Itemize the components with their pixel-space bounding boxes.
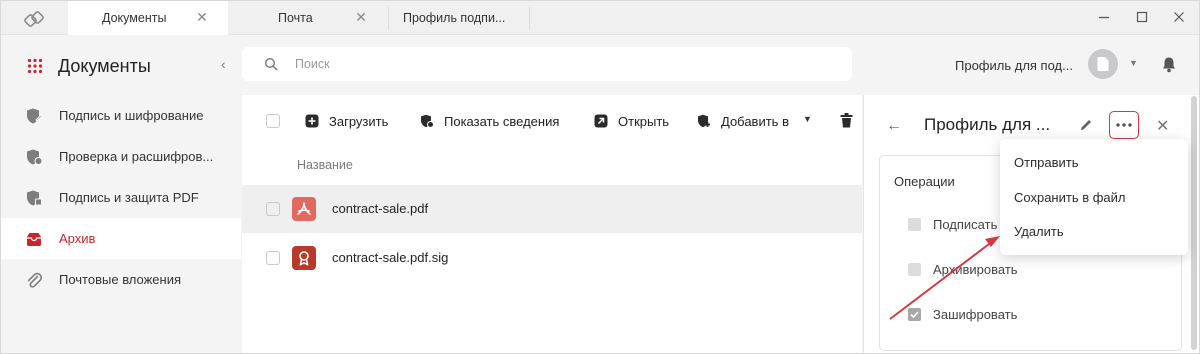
tab-close-icon[interactable]: ✕ [195,10,209,24]
more-options-button[interactable] [1109,111,1139,139]
menu-item-save-to-file[interactable]: Сохранить в файл [1014,190,1126,205]
document-icon [1097,57,1109,71]
sidebar-header: Документы ‹ [1,36,241,94]
signature-icon [292,246,316,270]
sidebar: Документы ‹ Подпись и шифрование Проверк… [1,36,241,353]
avatar[interactable] [1088,49,1118,79]
row-checkbox[interactable] [266,202,280,216]
paperclip-icon [27,272,42,288]
column-header-name[interactable]: Название [297,158,353,172]
bell-icon[interactable] [1161,56,1177,73]
trash-icon[interactable] [840,113,853,128]
sidebar-item-label: Проверка и расшифров... [59,149,214,164]
search-placeholder: Поиск [295,57,330,71]
panel-title: Профиль для ... [924,115,1051,134]
shield-add-icon [698,114,710,128]
operation-checkbox-checked[interactable] [908,308,921,321]
operation-label: Архивировать [933,262,1018,277]
maximize-icon[interactable] [1134,9,1150,25]
search-icon [264,57,278,71]
file-name: contract-sale.pdf.sig [332,250,449,265]
search-bar[interactable]: Поиск [242,47,852,81]
scrollbar[interactable] [1191,96,1197,350]
operations-title: Операции [894,174,955,189]
back-arrow-icon[interactable]: ← [886,117,902,135]
close-window-icon[interactable] [1171,9,1187,25]
open-external-icon [594,114,608,128]
tab-mail[interactable]: Почта ✕ [228,1,388,35]
apps-grid-icon[interactable] [27,58,43,74]
table-row[interactable]: contract-sale.pdf.sig [242,234,862,282]
operation-label: Зашифровать [933,307,1018,322]
chevron-down-icon[interactable]: ▼ [1129,58,1138,68]
shield-info-icon [421,114,434,128]
more-options-menu: Отправить Сохранить в файл Удалить [1000,139,1188,255]
shield-pdf-icon [27,190,42,206]
pdf-icon [292,197,316,221]
menu-item-send[interactable]: Отправить [1014,155,1078,170]
pencil-icon[interactable] [1078,117,1094,133]
more-dots-icon [1116,123,1132,127]
sidebar-item-label: Архив [59,231,96,246]
sidebar-item-sign-encrypt[interactable]: Подпись и шифрование [1,95,241,136]
tab-divider [529,7,530,29]
table-row[interactable]: contract-sale.pdf [242,185,862,233]
sidebar-item-sign-pdf[interactable]: Подпись и защита PDF [1,177,241,218]
open-button-label: Открыть [618,114,670,129]
upload-icon [305,114,319,128]
menu-item-delete[interactable]: Удалить [1014,224,1064,239]
sidebar-item-label: Подпись и шифрование [59,108,204,123]
sidebar-title: Документы [58,56,151,76]
tab-signing-profile-label: Профиль подпи... [403,11,506,25]
operation-label: Подписать [933,217,998,232]
operation-checkbox[interactable] [908,263,921,276]
shield-check-icon [27,149,43,165]
row-checkbox[interactable] [266,251,280,265]
sidebar-item-verify-decrypt[interactable]: Проверка и расшифров... [1,136,241,177]
select-all-checkbox[interactable] [266,114,280,128]
file-list-panel: Загрузить Показать сведения Открыть Доба… [242,95,862,353]
collapse-sidebar-icon[interactable]: ‹ [221,56,226,72]
shield-pen-icon [27,108,43,124]
tab-documents-label: Документы [102,11,167,25]
app-logo-icon [24,11,44,27]
show-info-button-label: Показать сведения [444,114,560,129]
title-bar: Документы ✕ Почта ✕ Профиль подпи... [1,1,1199,35]
sidebar-item-mail-attachments[interactable]: Почтовые вложения [1,259,241,300]
app-window: Документы ✕ Почта ✕ Профиль подпи... Док… [0,0,1200,354]
sidebar-item-label: Почтовые вложения [59,272,182,287]
archive-icon [27,233,41,246]
tab-documents[interactable]: Документы ✕ [68,1,228,35]
tab-close-icon[interactable]: ✕ [354,10,368,24]
upload-button-label: Загрузить [329,114,389,129]
tab-signing-profile[interactable]: Профиль подпи... [389,1,529,35]
file-name: contract-sale.pdf [332,201,429,216]
close-icon[interactable]: ✕ [1156,116,1169,136]
toolbar: Загрузить Показать сведения Открыть Доба… [242,95,862,147]
minimize-icon[interactable] [1096,9,1112,25]
profile-name[interactable]: Профиль для под... [955,58,1073,73]
add-to-button-label: Добавить в [721,114,789,129]
operation-checkbox[interactable] [908,218,921,231]
sidebar-item-archive[interactable]: Архив [1,218,241,259]
tab-mail-label: Почта [278,11,313,25]
sidebar-item-label: Подпись и защита PDF [59,190,199,205]
caret-down-icon[interactable]: ▼ [803,114,812,124]
